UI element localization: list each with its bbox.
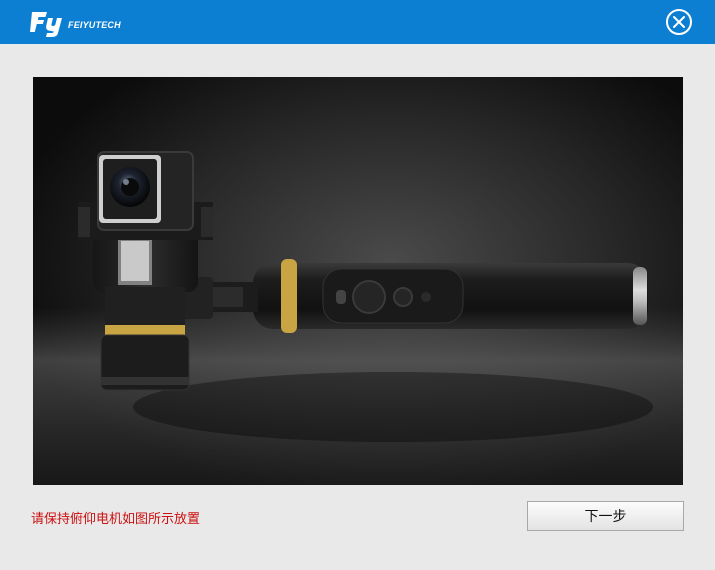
gimbal-photo xyxy=(33,77,683,485)
close-button[interactable] xyxy=(666,9,692,35)
next-step-button[interactable]: 下一步 xyxy=(527,501,684,531)
product-image xyxy=(33,77,683,485)
title-bar: FEIYUTECH xyxy=(0,0,715,44)
instruction-text: 请保持俯仰电机如图所示放置 xyxy=(31,512,201,527)
feiyutech-logo-icon xyxy=(30,12,62,37)
close-icon xyxy=(673,16,685,28)
brand-wordmark: FEIYUTECH xyxy=(68,20,121,30)
brand-logo: FEIYUTECH xyxy=(30,9,121,37)
